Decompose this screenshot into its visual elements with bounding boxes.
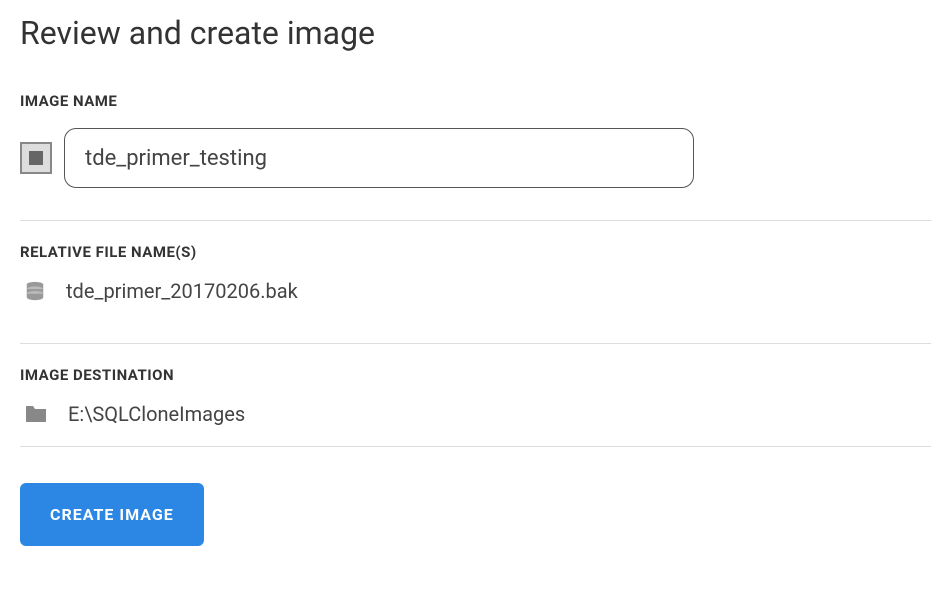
divider xyxy=(20,220,931,221)
image-icon xyxy=(20,142,52,174)
destination-label: IMAGE DESTINATION xyxy=(20,366,931,384)
destination-path: E:\SQLCloneImages xyxy=(68,402,245,426)
image-name-row xyxy=(20,128,931,188)
file-row: tde_primer_20170206.bak xyxy=(24,279,931,303)
divider xyxy=(20,446,931,447)
file-name: tde_primer_20170206.bak xyxy=(66,279,298,303)
create-image-button[interactable]: CREATE IMAGE xyxy=(20,483,204,546)
image-name-label: IMAGE NAME xyxy=(20,92,931,110)
destination-section: IMAGE DESTINATION E:\SQLCloneImages xyxy=(20,366,931,426)
folder-icon xyxy=(24,404,48,424)
image-name-input[interactable] xyxy=(64,128,694,188)
image-name-section: IMAGE NAME xyxy=(20,92,931,188)
relative-files-label: RELATIVE FILE NAME(S) xyxy=(20,243,931,261)
database-icon xyxy=(24,280,46,302)
image-icon-inner xyxy=(29,151,43,165)
divider xyxy=(20,343,931,344)
relative-files-section: RELATIVE FILE NAME(S) tde_primer_2017020… xyxy=(20,243,931,303)
page-title: Review and create image xyxy=(20,14,931,52)
destination-row: E:\SQLCloneImages xyxy=(24,402,931,426)
